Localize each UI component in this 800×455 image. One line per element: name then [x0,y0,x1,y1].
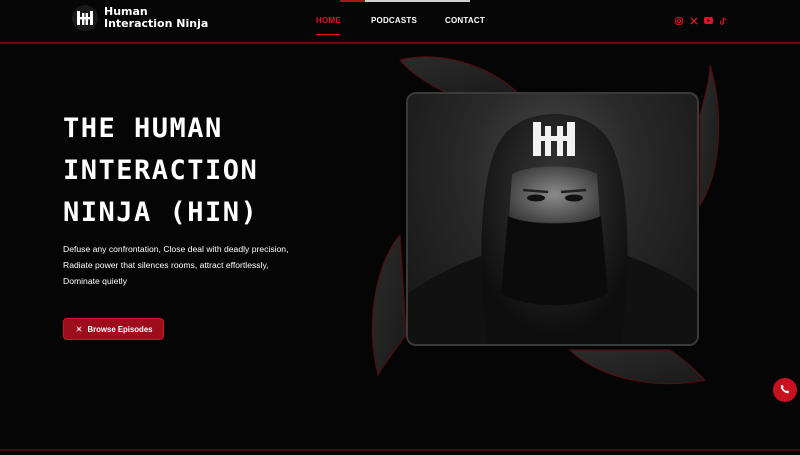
ninja-portrait-illustration [408,114,697,344]
hero-title-line-2: INTERACTION [63,155,259,186]
ninja-portrait-image [406,92,699,346]
hero-title-line-1: THE HUMAN [63,113,223,144]
call-button[interactable] [773,378,797,402]
nav-item-contact[interactable]: CONTACT [445,16,485,25]
tiktok-icon[interactable] [719,16,728,25]
youtube-icon[interactable] [704,16,713,25]
shuriken-icon [75,325,83,333]
hero-description-line-3: Dominate quietly [63,276,128,286]
top-accent-bar [340,0,470,2]
browse-episodes-button[interactable]: Browse Episodes [63,318,164,340]
hero-title-line-3: NINJA (HIN) [63,197,259,228]
site-header: Human Interaction Ninja HOME PODCASTS CO… [0,0,800,44]
phone-icon [780,381,790,399]
social-links [674,16,728,25]
nav-active-underline [316,34,340,35]
section-divider [0,449,800,451]
nav-item-home[interactable]: HOME [316,16,341,25]
browse-episodes-label: Browse Episodes [87,324,153,334]
hero-title: THE HUMAN INTERACTION NINJA (HIN) [63,108,323,234]
x-icon[interactable] [689,16,698,25]
nav-item-podcasts[interactable]: PODCASTS [371,16,417,25]
instagram-icon[interactable] [674,16,683,25]
hero-description-line-1: Defuse any confrontation, Close deal wit… [63,244,289,254]
hero-description: Defuse any confrontation, Close deal wit… [63,241,313,289]
hero-description-line-2: Radiate power that silences rooms, attra… [63,260,269,270]
